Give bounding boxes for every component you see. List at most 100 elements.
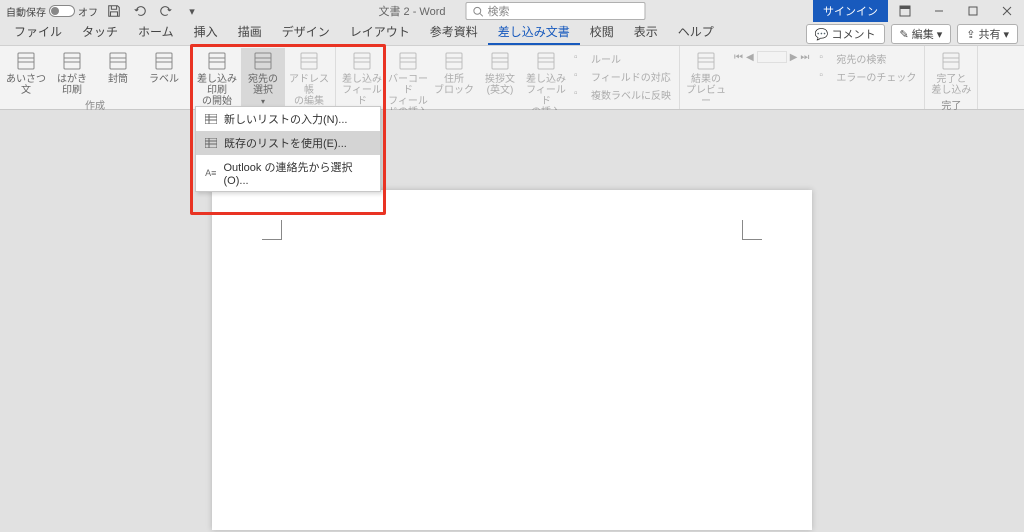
ribbon-small-button: ▫エラーのチェック [815, 68, 920, 85]
ribbon-icon [939, 50, 963, 72]
ribbon-button-label: ラベル [149, 74, 179, 85]
comment-button[interactable]: 💬コメント [806, 24, 885, 44]
tab-表示[interactable]: 表示 [624, 19, 668, 45]
ribbon-display-icon[interactable] [888, 0, 922, 22]
qat-customize-icon[interactable]: ▾ [182, 2, 202, 20]
tab-参考資料[interactable]: 参考資料 [420, 19, 488, 45]
ribbon-icon [534, 50, 558, 72]
pencil-icon: ✎ [900, 28, 909, 41]
tab-ヘルプ[interactable]: ヘルプ [668, 19, 724, 45]
ribbon-icon [152, 50, 176, 72]
ribbon-group: 差し込み印刷の開始宛先の選択▾アドレス帳の編集差し込み印刷の開始 [191, 46, 336, 109]
ribbon-tabs: ファイルタッチホーム挿入描画デザインレイアウト参考資料差し込み文書校閲表示ヘルプ… [0, 22, 1024, 46]
ribbon-group: あいさつ文はがき印刷封筒ラベル作成 [0, 46, 191, 109]
share-icon: ⇪ [966, 28, 975, 41]
search-icon [473, 6, 484, 17]
first-icon: ⏮ [734, 52, 743, 63]
small-icon: ▫ [819, 70, 833, 84]
crop-mark-icon [742, 220, 762, 240]
next-icon: ▶ [790, 52, 798, 63]
ribbon-button-label: 結果のプレビュー [684, 74, 728, 107]
outlook-icon: A≡ [204, 167, 218, 179]
tab-タッチ[interactable]: タッチ [72, 19, 128, 45]
dropdown-item[interactable]: 既存のリストを使用(E)... [196, 131, 380, 155]
record-nav: ⏮◀ ▶⏭ [730, 50, 813, 64]
dropdown-item-label: Outlook の連絡先から選択(O)... [224, 159, 373, 187]
autosave-toggle[interactable]: 自動保存 オフ [6, 4, 98, 19]
tab-挿入[interactable]: 挿入 [184, 19, 228, 45]
signin-button[interactable]: サインイン [813, 0, 888, 22]
share-button[interactable]: ⇪共有▾ [957, 24, 1018, 44]
ribbon-button: 結果のプレビュー [684, 48, 728, 107]
select-recipients-dropdown: 新しいリストの入力(N)... 既存のリストを使用(E)... A≡ Outlook … [195, 106, 381, 192]
ribbon-button-label: 完了と差し込み [931, 74, 971, 96]
ribbon-button-label: 宛先の選択 [248, 74, 278, 96]
ribbon-button-label: 住所ブロック [434, 74, 474, 96]
prev-icon: ◀ [746, 52, 754, 63]
tab-描画[interactable]: 描画 [228, 19, 272, 45]
ribbon-button-label: アドレス帳の編集 [287, 74, 331, 107]
document-area [0, 110, 1024, 532]
ribbon-button[interactable]: ラベル [142, 48, 186, 85]
document-title: 文書 2 - Word [378, 3, 445, 19]
ribbon-button[interactable]: 封筒 [96, 48, 140, 85]
ribbon-group: 差し込みフィールドの強調表示バーコードフィールドの挿入住所ブロック挨拶文(英文)… [336, 46, 680, 109]
ribbon-icon [205, 50, 229, 72]
ribbon-small-button: ▫宛先の検索 [815, 50, 920, 67]
dropdown-item[interactable]: A≡ Outlook の連絡先から選択(O)... [196, 155, 380, 191]
list-existing-icon [204, 137, 218, 149]
ribbon-button[interactable]: あいさつ文 [4, 48, 48, 96]
page[interactable] [212, 190, 812, 530]
ribbon-button-label: 差し込み印刷の開始 [195, 74, 239, 107]
ribbon-group: 結果のプレビュー⏮◀▶⏭▫宛先の検索▫エラーのチェック結果のプレビュー [680, 46, 925, 109]
ribbon-button: 完了と差し込み [929, 48, 973, 96]
dropdown-item-label: 新しいリストの入力(N)... [224, 111, 347, 127]
ribbon-button-label: 挨拶文(英文) [485, 74, 515, 96]
last-icon: ⏭ [800, 52, 809, 63]
close-icon[interactable] [990, 0, 1024, 22]
ribbon-small-button: ▫ルール [570, 50, 675, 67]
ribbon-icon [297, 50, 321, 72]
ribbon-button-label: はがき印刷 [57, 74, 87, 96]
ribbon-icon [60, 50, 84, 72]
save-icon[interactable] [104, 2, 124, 20]
ribbon-button[interactable]: はがき印刷 [50, 48, 94, 96]
ribbon-button-label: あいさつ文 [6, 74, 46, 96]
ribbon-icon [694, 50, 718, 72]
minimize-icon[interactable] [922, 0, 956, 22]
tab-ファイル[interactable]: ファイル [4, 19, 72, 45]
ribbon-button[interactable]: 宛先の選択▾ [241, 48, 285, 107]
ribbon-button[interactable]: 差し込み印刷の開始 [195, 48, 239, 107]
tab-デザイン[interactable]: デザイン [272, 19, 340, 45]
ribbon-group: 完了と差し込み完了 [925, 46, 978, 109]
crop-mark-icon [262, 220, 282, 240]
list-new-icon [204, 113, 218, 125]
small-icon: ▫ [819, 52, 833, 66]
redo-icon[interactable] [156, 2, 176, 20]
ribbon-icon [350, 50, 374, 72]
ribbon-button-label: 封筒 [108, 74, 128, 85]
ribbon-button: バーコードフィールドの挿入 [386, 48, 430, 118]
ribbon-icon [106, 50, 130, 72]
search-input[interactable]: 検索 [466, 2, 646, 20]
ribbon-icon [14, 50, 38, 72]
ribbon-button: アドレス帳の編集 [287, 48, 331, 107]
ribbon-icon [488, 50, 512, 72]
ribbon: あいさつ文はがき印刷封筒ラベル作成差し込み印刷の開始宛先の選択▾アドレス帳の編集… [0, 46, 1024, 110]
chevron-down-icon: ▾ [1003, 28, 1009, 41]
ribbon-icon [396, 50, 420, 72]
dropdown-item[interactable]: 新しいリストの入力(N)... [196, 107, 380, 131]
small-icon: ▫ [574, 52, 588, 66]
ribbon-button: 差し込みフィールドの挿入 [524, 48, 568, 118]
comment-icon: 💬 [815, 28, 829, 41]
tab-ホーム[interactable]: ホーム [128, 19, 184, 45]
tab-差し込み文書[interactable]: 差し込み文書 [488, 19, 580, 45]
undo-icon[interactable] [130, 2, 150, 20]
tab-校閲[interactable]: 校閲 [580, 19, 624, 45]
tab-レイアウト[interactable]: レイアウト [340, 19, 420, 45]
toggle-off-icon [49, 5, 75, 17]
ribbon-button: 挨拶文(英文) [478, 48, 522, 96]
chevron-down-icon: ▾ [937, 28, 943, 41]
maximize-icon[interactable] [956, 0, 990, 22]
edit-button[interactable]: ✎編集▾ [891, 24, 952, 44]
